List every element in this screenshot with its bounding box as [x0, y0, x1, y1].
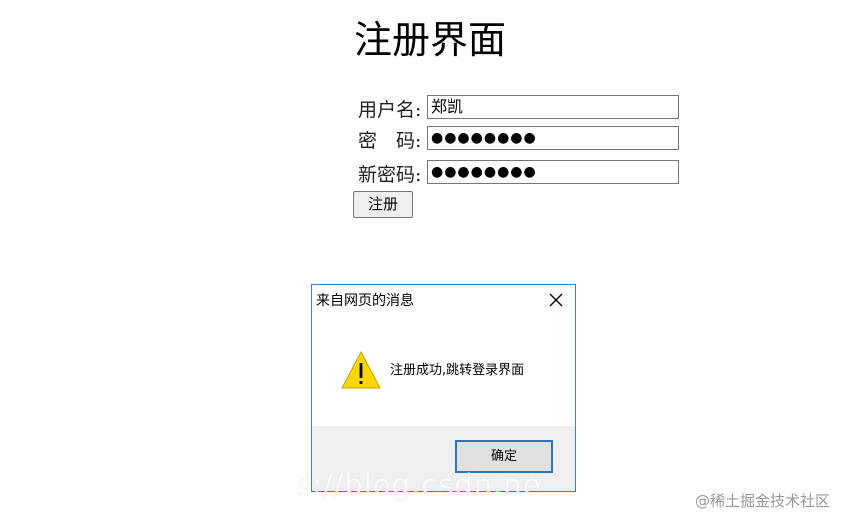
new-password-label: 新密码:: [358, 164, 422, 186]
password-label: 密 码:: [358, 130, 422, 152]
page-title: 注册界面: [354, 18, 507, 62]
url-watermark: s://blog.csdn.ne: [296, 468, 542, 502]
register-button[interactable]: 注册: [353, 191, 413, 218]
alert-dialog: 来自网页的消息 注册成功,跳转登录界面 确定: [311, 284, 576, 492]
username-input[interactable]: 郑凯: [427, 95, 679, 119]
close-icon[interactable]: [547, 291, 565, 309]
password-input[interactable]: ●●●●●●●●: [427, 126, 679, 150]
site-watermark: @稀土掘金技术社区: [695, 492, 831, 510]
username-label: 用户名:: [358, 99, 422, 121]
dialog-message: 注册成功,跳转登录界面: [390, 363, 525, 378]
new-password-input[interactable]: ●●●●●●●●: [427, 160, 679, 184]
dialog-title: 来自网页的消息: [316, 293, 414, 309]
warning-icon: [341, 350, 381, 389]
